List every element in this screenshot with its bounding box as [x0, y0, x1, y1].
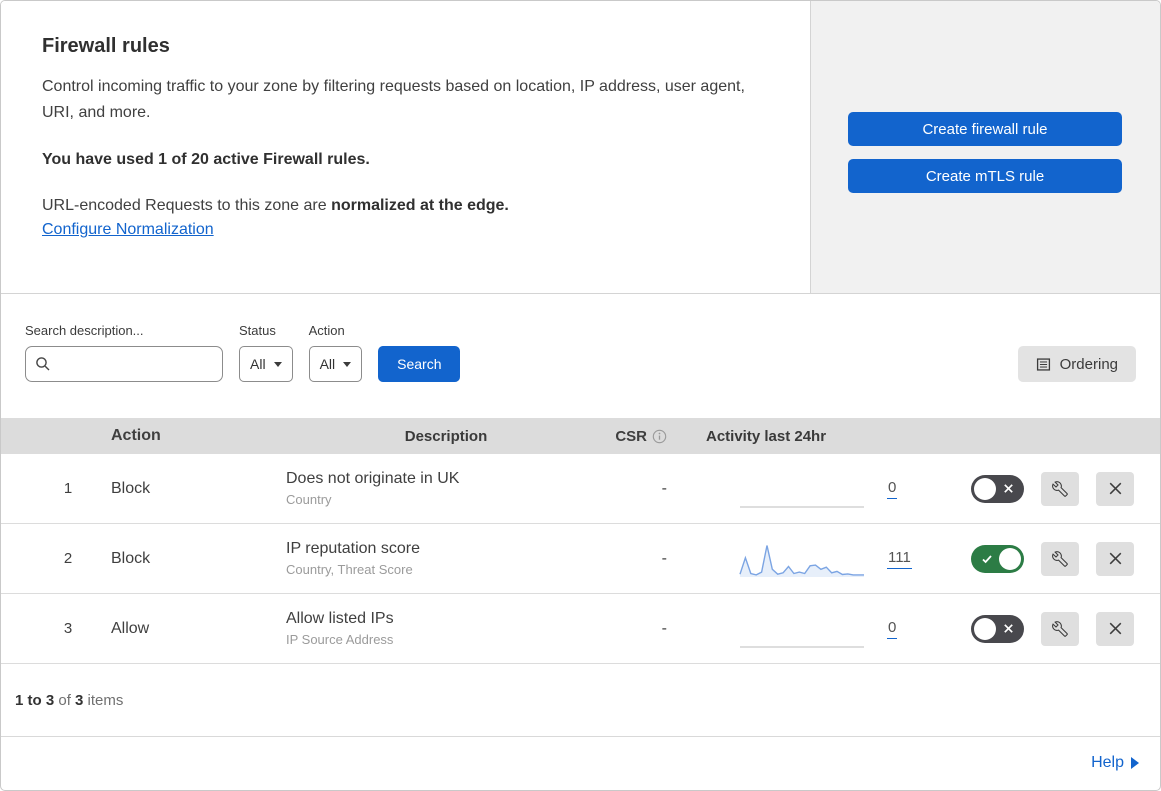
help-link[interactable]: Help	[1091, 754, 1139, 772]
usage-note: You have used 1 of 20 active Firewall ru…	[42, 150, 370, 168]
pagination-summary: 1 to 3 of 3 items	[15, 692, 123, 709]
normalization-text: URL-encoded Requests to this zone are	[42, 196, 332, 214]
rule-csr-value: -	[661, 549, 667, 567]
search-button[interactable]: Search	[378, 346, 461, 382]
edit-rule-button[interactable]	[1041, 471, 1079, 506]
action-select[interactable]: All	[308, 346, 363, 382]
pagination-of: of	[54, 691, 76, 709]
normalization-bold-text: normalized at the edge.	[331, 196, 509, 214]
help-label: Help	[1091, 754, 1124, 771]
rule-enabled-toggle[interactable]	[971, 544, 1024, 573]
activity-sparkline	[739, 538, 865, 580]
configure-normalization-link[interactable]: Configure Normalization	[42, 221, 214, 238]
status-label: Status	[239, 323, 276, 338]
pagination-items: items	[83, 691, 124, 709]
wrench-icon	[1052, 620, 1068, 637]
ordering-button-label: Ordering	[1059, 355, 1118, 373]
activity-sparkline	[739, 608, 865, 650]
check-icon	[982, 554, 992, 563]
activity-count-link[interactable]: 0	[887, 479, 898, 499]
rule-description: Does not originate in UK	[286, 470, 460, 487]
help-bar: Help	[1, 737, 1160, 789]
delete-rule-button[interactable]	[1096, 541, 1134, 576]
intro-section: Firewall rules Control incoming traffic …	[1, 1, 1160, 294]
ordering-list-icon	[1036, 357, 1050, 371]
table-row: 3 Allow Allow listed IPs IP Source Addre…	[1, 594, 1160, 664]
search-group: Search description...	[25, 323, 223, 382]
edit-rule-button[interactable]	[1041, 611, 1079, 646]
column-header-action: Action	[111, 427, 161, 444]
action-label: Action	[308, 323, 345, 338]
close-icon	[1109, 622, 1121, 635]
rule-match-fields: IP Source Address	[286, 632, 394, 647]
column-header-description: Description	[404, 427, 488, 445]
x-icon	[1004, 623, 1013, 633]
rule-action: Allow	[111, 619, 150, 637]
create-mtls-rule-button[interactable]: Create mTLS rule	[848, 159, 1122, 193]
info-icon[interactable]	[652, 429, 667, 444]
x-icon	[1004, 483, 1013, 493]
activity-count-link[interactable]: 111	[887, 549, 912, 569]
rule-action: Block	[111, 479, 151, 497]
delete-rule-button[interactable]	[1096, 611, 1134, 646]
close-icon	[1109, 552, 1121, 565]
action-filter-group: Action All	[308, 323, 363, 382]
edit-rule-button[interactable]	[1041, 541, 1079, 576]
chevron-right-icon	[1131, 757, 1139, 769]
page-description: Control incoming traffic to your zone by…	[42, 78, 745, 122]
search-label: Search description...	[25, 323, 144, 338]
table-footer: 1 to 3 of 3 items	[1, 664, 1160, 737]
rule-enabled-toggle[interactable]	[971, 614, 1024, 643]
action-selected-value: All	[319, 356, 336, 372]
status-filter-group: Status All	[239, 323, 293, 382]
rule-priority: 3	[63, 620, 73, 637]
rule-csr-value: -	[661, 619, 667, 637]
column-header-activity: Activity last 24hr	[706, 427, 827, 445]
rule-description: IP reputation score	[286, 540, 421, 557]
activity-sparkline	[739, 468, 865, 510]
search-icon	[35, 356, 51, 377]
search-input[interactable]	[25, 346, 223, 382]
wrench-icon	[1052, 480, 1068, 497]
normalization-note: URL-encoded Requests to this zone are no…	[42, 197, 762, 215]
toggle-knob	[999, 547, 1021, 570]
chevron-down-icon	[343, 361, 352, 367]
firewall-rules-page: Firewall rules Control incoming traffic …	[0, 0, 1161, 791]
page-title: Firewall rules	[42, 35, 170, 57]
ordering-button[interactable]: Ordering	[1017, 346, 1136, 382]
rule-csr-value: -	[661, 479, 667, 497]
rule-match-fields: Country	[286, 492, 332, 507]
rule-action: Block	[111, 549, 151, 567]
rule-match-fields: Country, Threat Score	[286, 562, 413, 577]
actions-panel: Create firewall rule Create mTLS rule	[810, 1, 1160, 293]
rule-priority: 1	[63, 480, 73, 497]
close-icon	[1109, 482, 1121, 495]
activity-count-link[interactable]: 0	[887, 619, 898, 639]
wrench-icon	[1052, 550, 1068, 567]
rule-enabled-toggle[interactable]	[971, 474, 1024, 503]
table-row: 2 Block IP reputation score Country, Thr…	[1, 524, 1160, 594]
status-selected-value: All	[250, 356, 266, 372]
delete-rule-button[interactable]	[1096, 471, 1134, 506]
toggle-knob	[974, 477, 996, 500]
create-firewall-rule-button[interactable]: Create firewall rule	[848, 112, 1122, 146]
chevron-down-icon	[273, 361, 282, 367]
status-select[interactable]: All	[239, 346, 293, 382]
pagination-range: 1 to 3	[15, 691, 55, 709]
filter-bar: Search description... Status All Action …	[1, 294, 1160, 418]
table-row: 1 Block Does not originate in UK Country…	[1, 454, 1160, 524]
rule-priority: 2	[63, 550, 73, 567]
rule-description: Allow listed IPs	[286, 610, 394, 627]
table-header: Action Description CSR Activity last 24h…	[1, 418, 1160, 454]
intro-card: Firewall rules Control incoming traffic …	[1, 1, 810, 293]
column-header-csr: CSR	[615, 427, 647, 445]
toggle-knob	[974, 617, 996, 640]
